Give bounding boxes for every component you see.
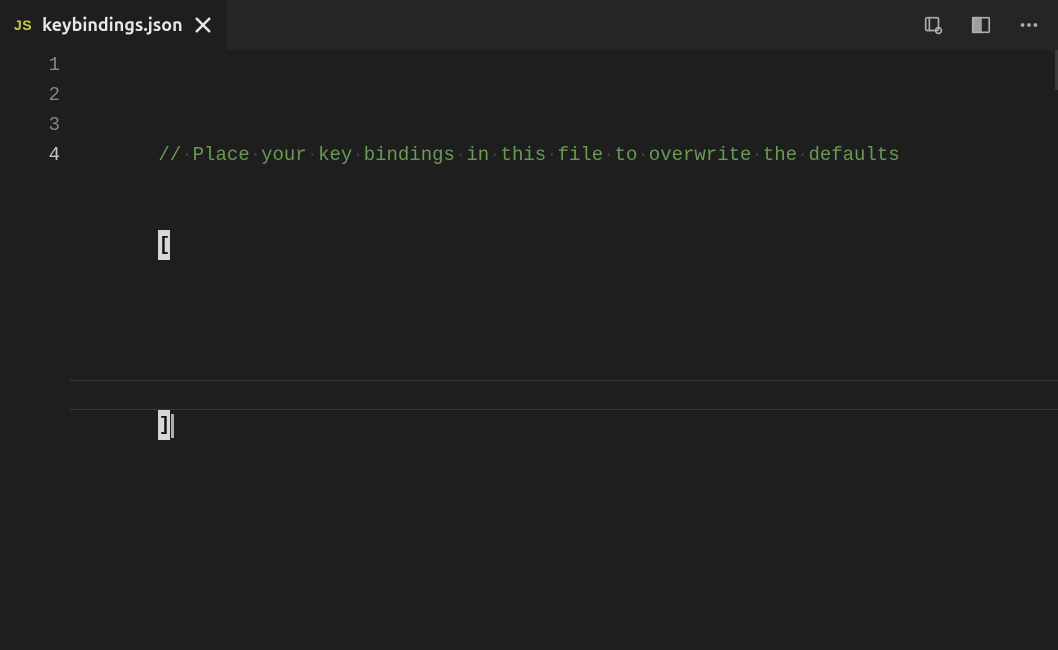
code-line: [: [90, 200, 1058, 230]
line-number-gutter: 1234: [0, 50, 90, 650]
close-bracket: ]: [158, 410, 170, 440]
line-number: 4: [0, 140, 60, 170]
editor-area[interactable]: 1234 //·Place·your·key·bindings·in·this·…: [0, 50, 1058, 650]
code-line: //·Place·your·key·bindings·in·this·file·…: [90, 110, 1058, 140]
close-icon[interactable]: [193, 15, 213, 35]
split-editor-icon[interactable]: [968, 12, 994, 38]
line-number: 3: [0, 110, 60, 140]
more-actions-icon[interactable]: [1016, 12, 1042, 38]
tab-filename: keybindings.json: [42, 15, 183, 35]
open-bracket: [: [158, 230, 170, 260]
open-changes-icon[interactable]: [920, 12, 946, 38]
comment-text: //·Place·your·key·bindings·in·this·file·…: [158, 144, 899, 166]
code-content[interactable]: //·Place·your·key·bindings·in·this·file·…: [90, 50, 1058, 650]
tab-bar: JS keybindings.json: [0, 0, 1058, 50]
editor-actions: [912, 0, 1058, 50]
tab-keybindings[interactable]: JS keybindings.json: [0, 0, 228, 50]
code-line-active: ]: [90, 380, 1058, 410]
line-number: 1: [0, 50, 60, 80]
line-number: 2: [0, 80, 60, 110]
text-cursor: [171, 414, 174, 438]
js-file-icon: JS: [14, 17, 32, 33]
code-line: [90, 290, 1058, 320]
